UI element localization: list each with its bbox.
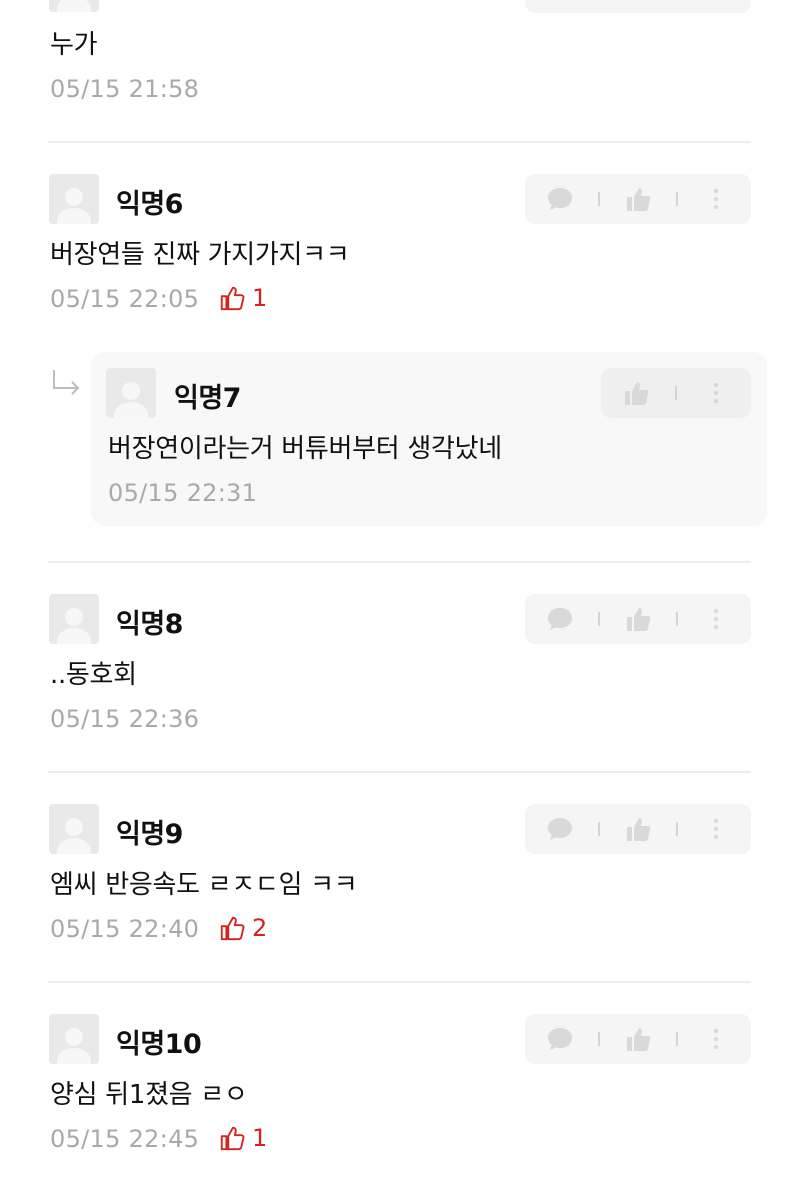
comment-action-bar xyxy=(525,804,751,854)
vertical-dots-icon[interactable] xyxy=(701,1024,731,1054)
red-thumbs-up-icon xyxy=(218,1124,246,1152)
vertical-dots-icon[interactable] xyxy=(701,814,731,844)
thumbs-up-icon[interactable] xyxy=(623,1024,653,1054)
divider xyxy=(48,561,751,563)
comment-action-bar xyxy=(525,1014,751,1064)
thumbs-up-icon[interactable] xyxy=(623,0,653,3)
comment-time: 05/15 22:05 xyxy=(50,285,200,313)
avatar xyxy=(49,1014,99,1064)
comment-text: 버장연이라는거 버튜버부터 생각났네 xyxy=(108,434,502,464)
comment-text: 버장연들 진짜 가지가지ㅋㅋ xyxy=(50,240,350,270)
separator xyxy=(676,1032,679,1046)
comment-nickname: 익명7 xyxy=(174,383,241,414)
like-number: 1 xyxy=(252,284,268,312)
comment-time: 05/15 22:36 xyxy=(50,705,200,733)
separator xyxy=(597,192,600,206)
speech-bubble-icon[interactable] xyxy=(545,604,575,634)
speech-bubble-icon[interactable] xyxy=(545,184,575,214)
thumbs-up-icon[interactable] xyxy=(621,378,651,408)
speech-bubble-icon[interactable] xyxy=(545,814,575,844)
separator xyxy=(676,822,679,836)
thumbs-up-icon[interactable] xyxy=(623,604,653,634)
avatar xyxy=(49,594,99,644)
comment-action-bar xyxy=(525,174,751,224)
comment-text: 양심 뒤1졌음 ㄹㅇ xyxy=(50,1080,248,1110)
separator xyxy=(676,192,679,206)
comment-text: 엠씨 반응속도 ㄹㅈㄷ임 ㅋㅋ xyxy=(50,870,358,900)
vertical-dots-icon[interactable] xyxy=(701,604,731,634)
comment-nickname: 익명10 xyxy=(116,1029,202,1060)
thumbs-up-icon[interactable] xyxy=(623,814,653,844)
vertical-dots-icon[interactable] xyxy=(701,378,731,408)
separator xyxy=(597,822,600,836)
comment-time: 05/15 22:40 xyxy=(50,915,200,943)
divider xyxy=(48,981,751,983)
speech-bubble-icon[interactable] xyxy=(545,1024,575,1054)
avatar xyxy=(49,174,99,224)
vertical-dots-icon[interactable] xyxy=(701,184,731,214)
comment-nickname: 익명6 xyxy=(116,189,183,220)
comment-time: 05/15 22:31 xyxy=(108,479,258,507)
comment-time: 05/15 22:45 xyxy=(50,1125,200,1153)
like-number: 2 xyxy=(252,914,268,942)
like-count: 1 xyxy=(218,284,267,312)
like-count: 2 xyxy=(218,914,267,942)
comment-text: 누가 xyxy=(50,30,98,60)
separator xyxy=(597,612,600,626)
comment-time: 05/15 21:58 xyxy=(50,75,200,103)
comment-action-bar xyxy=(525,0,751,13)
avatar xyxy=(49,0,99,12)
speech-bubble-icon[interactable] xyxy=(545,0,575,3)
separator xyxy=(675,386,677,400)
divider xyxy=(48,771,751,773)
reply-arrow-icon xyxy=(53,370,80,395)
separator xyxy=(597,1032,600,1046)
divider xyxy=(48,141,751,143)
separator xyxy=(676,612,679,626)
comment-action-bar xyxy=(525,594,751,644)
red-thumbs-up-icon xyxy=(218,914,246,942)
like-number: 1 xyxy=(252,1124,268,1152)
thumbs-up-icon[interactable] xyxy=(623,184,653,214)
comment-nickname: 익명8 xyxy=(116,609,183,640)
avatar xyxy=(49,804,99,854)
reply-action-bar xyxy=(601,368,751,418)
vertical-dots-icon[interactable] xyxy=(701,0,731,3)
avatar xyxy=(106,368,156,418)
red-thumbs-up-icon xyxy=(218,284,246,312)
comment-nickname: 익명9 xyxy=(116,819,183,850)
comment-text: ..동호회 xyxy=(50,660,137,690)
like-count: 1 xyxy=(218,1124,267,1152)
